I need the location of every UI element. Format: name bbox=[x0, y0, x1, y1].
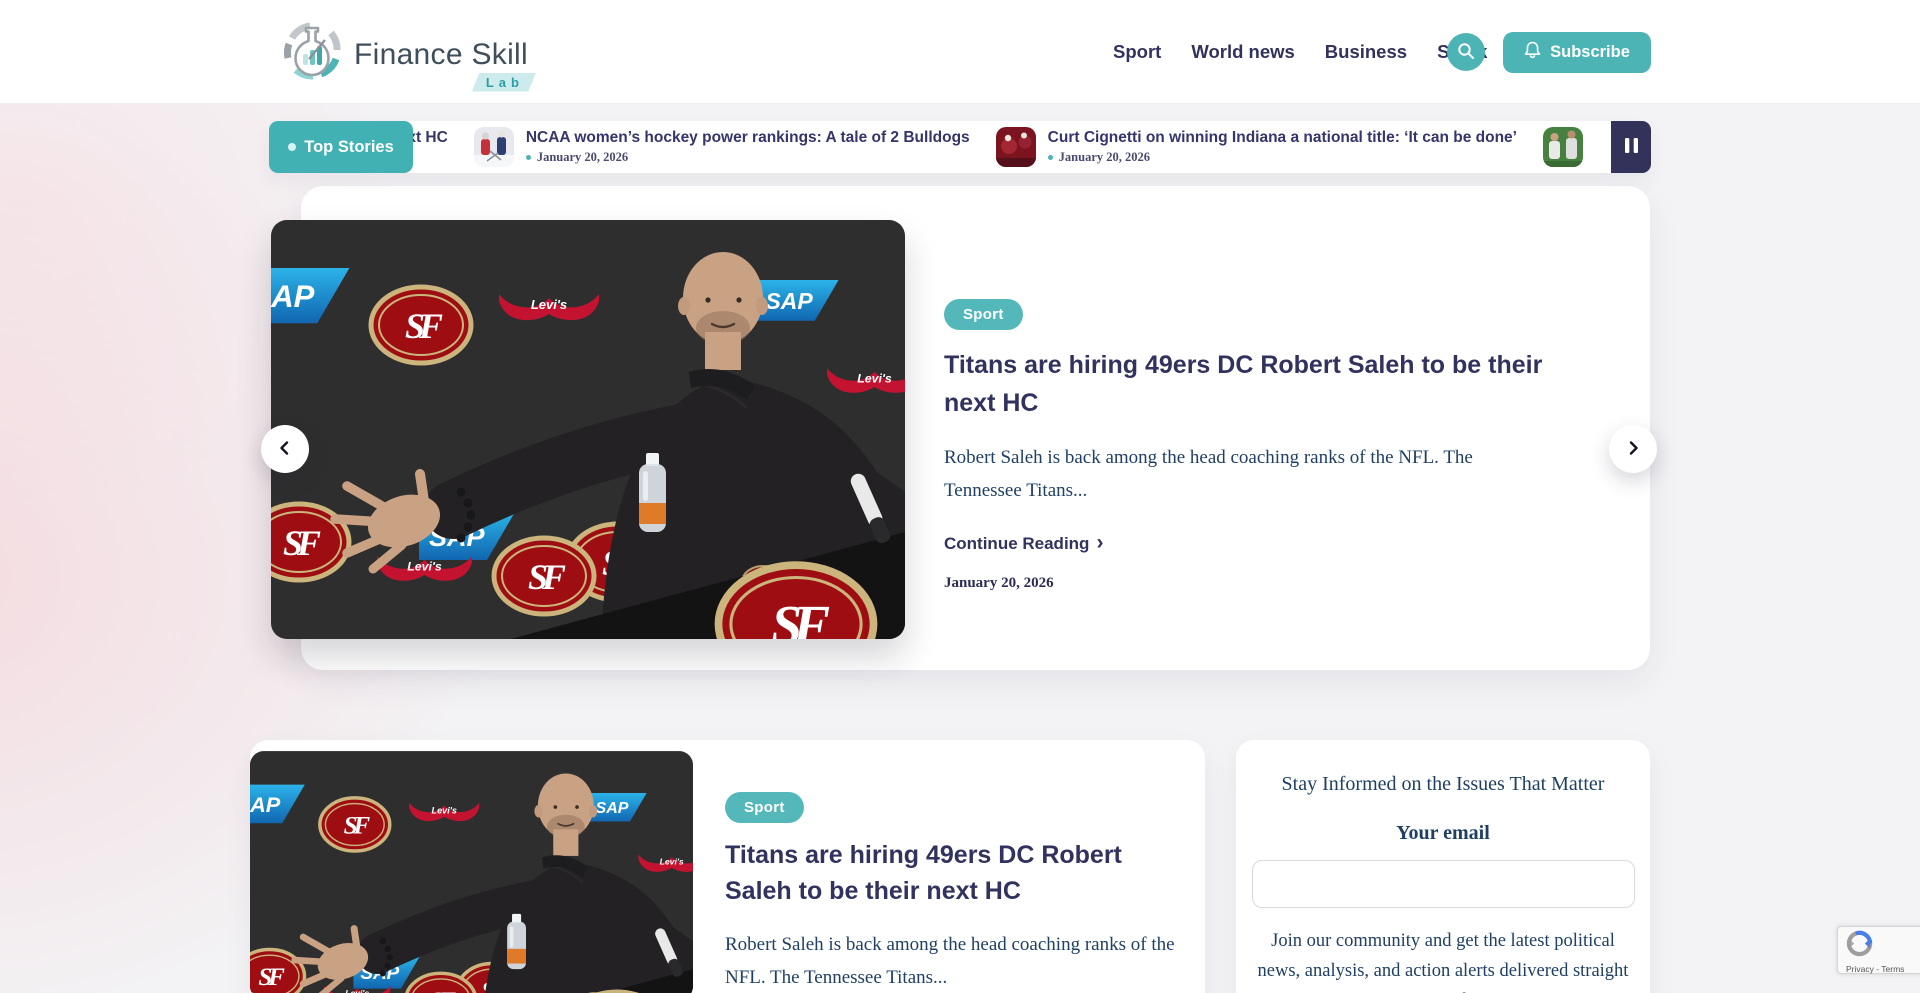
top-stories-badge: Top Stories bbox=[269, 121, 413, 173]
brand-lab-badge: Lab bbox=[472, 73, 536, 92]
search-button[interactable] bbox=[1447, 33, 1485, 71]
date-dot-icon bbox=[1048, 155, 1053, 160]
pause-icon bbox=[1625, 138, 1638, 156]
date-dot-icon bbox=[526, 155, 531, 160]
ticker-item-date: January 20, 2026 bbox=[1048, 150, 1517, 165]
ticker-item[interactable]: Curt Cignetti on winning Indiana a natio… bbox=[996, 127, 1517, 167]
recaptcha-privacy-terms[interactable]: Privacy - Terms bbox=[1846, 964, 1904, 974]
top-stories-label: Top Stories bbox=[304, 138, 394, 157]
article-content: Sport Titans are hiring 49ers DC Robert … bbox=[725, 792, 1187, 993]
article-title[interactable]: Titans are hiring 49ers DC Robert Saleh … bbox=[725, 837, 1187, 909]
ticker-item[interactable] bbox=[1543, 127, 1583, 167]
article-excerpt: Robert Saleh is back among the head coac… bbox=[725, 928, 1193, 993]
nav-item-world-news[interactable]: World news bbox=[1191, 41, 1294, 63]
continue-reading-link[interactable]: Continue Reading › bbox=[944, 533, 1564, 554]
hero-article-image[interactable] bbox=[271, 220, 905, 639]
page: Finance Skill Lab Sport World news Busin… bbox=[0, 0, 1920, 993]
subscribe-label: Subscribe bbox=[1550, 43, 1630, 62]
main-nav: Sport World news Business Stock bbox=[1113, 0, 1487, 103]
ticker-item-date: January 20, 2026 bbox=[413, 150, 448, 165]
nav-item-business[interactable]: Business bbox=[1325, 41, 1407, 63]
ticker-item-title: Curt Cignetti on winning Indiana a natio… bbox=[1048, 129, 1517, 146]
flask-chart-logo-icon bbox=[280, 17, 344, 86]
football-crimson-thumb bbox=[996, 127, 1036, 167]
hockey-thumb bbox=[474, 127, 514, 167]
subscribe-button[interactable]: Subscribe bbox=[1503, 32, 1651, 73]
carousel-next-button[interactable] bbox=[1609, 425, 1657, 473]
brand-logo[interactable]: Finance Skill Lab bbox=[280, 17, 528, 86]
ticker-item-date: January 20, 2026 bbox=[526, 150, 970, 165]
ticker-item-title: NCAA women’s hockey power rankings: A ta… bbox=[526, 129, 970, 146]
badge-dot-icon bbox=[288, 143, 296, 151]
hero-category-badge[interactable]: Sport bbox=[944, 299, 1023, 330]
football-green-thumb bbox=[1543, 127, 1583, 167]
chevron-right-small-icon: › bbox=[1096, 532, 1103, 553]
ticker-pause-button[interactable] bbox=[1611, 121, 1651, 173]
newsletter-description: Join our community and get the latest po… bbox=[1250, 926, 1636, 993]
newsletter-email-input[interactable] bbox=[1252, 860, 1635, 908]
bell-icon bbox=[1524, 41, 1541, 64]
hero-title[interactable]: Titans are hiring 49ers DC Robert Saleh … bbox=[944, 346, 1564, 422]
newsletter-email-label: Your email bbox=[1236, 822, 1650, 845]
article-category-badge[interactable]: Sport bbox=[725, 792, 804, 823]
chevron-right-icon bbox=[1625, 440, 1641, 459]
article-image[interactable] bbox=[250, 751, 693, 993]
ticker-item[interactable]: NCAA women’s hockey power rankings: A ta… bbox=[474, 127, 970, 167]
recaptcha-icon bbox=[1846, 930, 1873, 962]
carousel-prev-button[interactable] bbox=[261, 425, 309, 473]
ticker-viewport: Titans are hiring 49ers DC Robert Saleh … bbox=[413, 121, 1611, 173]
hero-excerpt: Robert Saleh is back among the head coac… bbox=[944, 441, 1544, 507]
newsletter-card: Stay Informed on the Issues That Matter … bbox=[1236, 740, 1650, 993]
top-stories-ticker: Top Stories Titans are hiring 49ers DC R… bbox=[269, 121, 1651, 173]
ticker-track: Titans are hiring 49ers DC Robert Saleh … bbox=[413, 127, 1583, 167]
ticker-item-title: Titans are hiring 49ers DC Robert Saleh … bbox=[413, 129, 448, 146]
newsletter-title: Stay Informed on the Issues That Matter bbox=[1236, 773, 1650, 796]
nav-item-sport[interactable]: Sport bbox=[1113, 41, 1161, 63]
site-header: Finance Skill Lab Sport World news Busin… bbox=[0, 0, 1920, 104]
hero-date: January 20, 2026 bbox=[944, 575, 1564, 592]
hero-content: Sport Titans are hiring 49ers DC Robert … bbox=[944, 299, 1564, 592]
ticker-item[interactable]: Titans are hiring 49ers DC Robert Saleh … bbox=[413, 127, 448, 167]
chevron-left-icon bbox=[277, 440, 293, 459]
search-icon bbox=[1457, 42, 1475, 63]
recaptcha-badge[interactable]: Privacy - Terms bbox=[1837, 926, 1920, 974]
brand-name: Finance Skill Lab bbox=[354, 34, 528, 70]
